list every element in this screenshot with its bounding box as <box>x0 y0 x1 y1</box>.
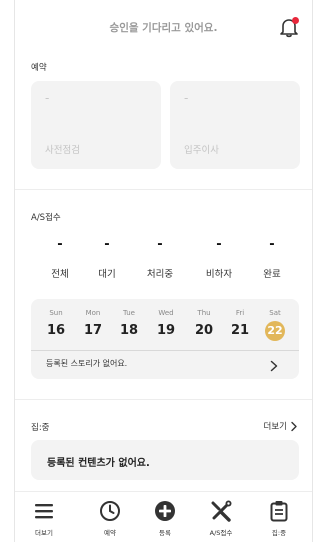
nav-item-label: 더보기 <box>35 529 53 537</box>
booking-card-value: - <box>45 91 50 105</box>
week-calendar: Sun 16 Mon 17 Tue 18 Wed 19 Thu 20 Fri 2… <box>31 299 299 379</box>
calendar-day-date: 22 <box>265 321 285 341</box>
as-stat-waiting[interactable]: - 대기 <box>82 237 132 281</box>
bottom-nav: 더보기 예약 등록 A/S접수 집:중 <box>15 491 312 542</box>
calendar-day-name: Tue <box>123 309 135 317</box>
booking-card-name: 입주이사 <box>184 145 219 156</box>
clipboard-icon <box>254 500 304 522</box>
nav-item-register[interactable]: 등록 <box>140 500 190 537</box>
tools-icon <box>196 500 246 522</box>
calendar-day-name: Wed <box>158 309 174 317</box>
section-divider <box>15 189 312 190</box>
app-screen: 승인을 기다리고 있어요. 예약 - 사전점검 - 입주이사 A/S접수 - 전… <box>14 0 313 542</box>
booking-card-name: 사전점검 <box>45 145 80 156</box>
as-section-label: A/S접수 <box>31 213 61 223</box>
chevron-right-icon <box>291 421 297 431</box>
nav-item-label: 등록 <box>159 529 171 537</box>
calendar-day-date: 20 <box>194 323 214 338</box>
as-stat-value: - <box>269 237 275 252</box>
more-label: 더보기 <box>263 422 287 432</box>
as-stat-label: 처리중 <box>146 269 174 280</box>
chevron-right-icon[interactable] <box>269 357 279 372</box>
calendar-day-name: Sun <box>49 309 63 317</box>
as-stat-label: 완료 <box>263 269 281 280</box>
calendar-day[interactable]: Tue 18 <box>114 309 144 341</box>
calendar-day-date: 19 <box>156 323 176 338</box>
nav-item-label: 예약 <box>104 529 116 537</box>
content-empty-text: 등록된 컨텐츠가 없어요. <box>47 458 150 469</box>
calendar-day-date: 17 <box>83 323 103 338</box>
page-title: 승인을 기다리고 있어요. <box>109 22 218 34</box>
nav-item-more[interactable]: 더보기 <box>19 500 69 537</box>
calendar-day-date: 16 <box>46 323 66 338</box>
calendar-day-name: Mon <box>85 309 101 317</box>
nav-item-booking[interactable]: 예약 <box>85 500 135 537</box>
calendar-day-today[interactable]: Sat 22 <box>260 309 290 341</box>
as-stat-total[interactable]: - 전체 <box>35 237 85 281</box>
calendar-divider <box>31 350 299 351</box>
as-stat-label: 대기 <box>98 269 116 280</box>
as-stat-nondefect[interactable]: - 비하자 <box>194 237 244 281</box>
calendar-day-date: 21 <box>230 323 250 338</box>
as-stat-value: - <box>57 237 63 252</box>
more-link[interactable]: 더보기 <box>264 420 298 432</box>
calendar-day[interactable]: Fri 21 <box>225 309 255 341</box>
plus-circle-icon <box>140 500 190 522</box>
clock-icon <box>85 500 135 522</box>
as-stat-label: 전체 <box>51 269 69 280</box>
booking-card-movein[interactable]: - 입주이사 <box>170 81 300 169</box>
notification-badge <box>292 17 299 24</box>
calendar-day-date: 18 <box>119 323 139 338</box>
as-stat-value: - <box>157 237 163 252</box>
as-stat-value: - <box>104 237 110 252</box>
story-empty-text: 등록된 스토리가 없어요. <box>46 359 128 368</box>
nav-item-label: A/S접수 <box>209 529 233 537</box>
menu-icon <box>19 500 69 522</box>
booking-card-value: - <box>184 91 189 105</box>
community-content-box: 등록된 컨텐츠가 없어요. <box>31 440 299 480</box>
header: 승인을 기다리고 있어요. <box>15 0 312 55</box>
booking-card-precheck[interactable]: - 사전점검 <box>31 81 161 169</box>
section-divider <box>15 399 312 400</box>
calendar-day-name: Thu <box>197 309 211 317</box>
as-stat-value: - <box>216 237 222 252</box>
calendar-day-name: Fri <box>235 309 245 317</box>
notification-bell-icon[interactable] <box>278 16 300 38</box>
as-stat-processing[interactable]: - 처리중 <box>135 237 185 281</box>
calendar-day-name: Sat <box>269 309 281 317</box>
nav-item-as[interactable]: A/S접수 <box>196 500 246 537</box>
as-stat-done[interactable]: - 완료 <box>247 237 297 281</box>
calendar-day[interactable]: Thu 20 <box>189 309 219 341</box>
calendar-day[interactable]: Sun 16 <box>41 309 71 341</box>
as-stat-label: 비하자 <box>205 269 233 280</box>
nav-item-label: 집:중 <box>271 529 287 537</box>
community-section-label: 집:중 <box>31 423 50 433</box>
calendar-day[interactable]: Wed 19 <box>151 309 181 341</box>
calendar-day[interactable]: Mon 17 <box>78 309 108 341</box>
nav-item-community[interactable]: 집:중 <box>254 500 304 537</box>
booking-section-label: 예약 <box>31 63 47 73</box>
